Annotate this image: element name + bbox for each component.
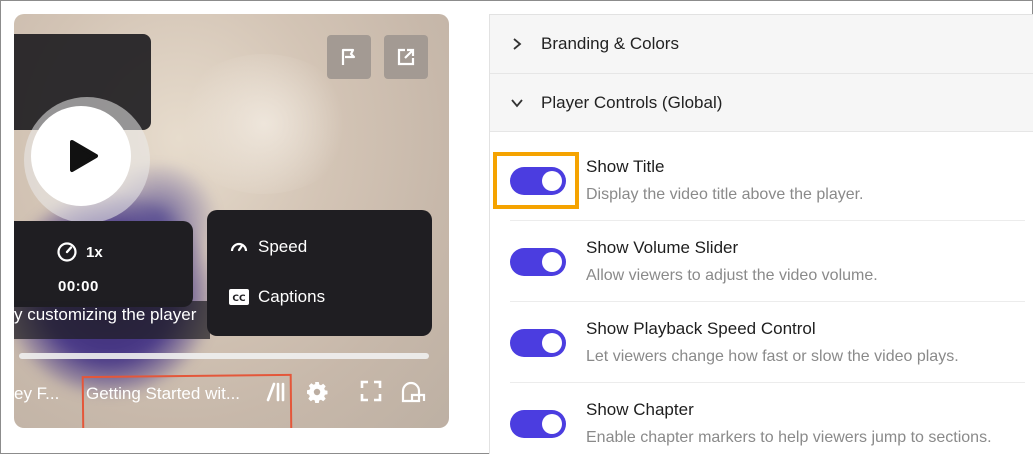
setting-description: Enable chapter markers to help viewers j… [586,429,992,446]
setting-row-show-volume-slider: Show Volume Slider Allow viewers to adju… [510,221,1025,302]
section-player-controls[interactable]: Player Controls (Global) [490,74,1033,132]
svg-text:CC: CC [232,294,246,304]
show-playback-speed-toggle[interactable] [510,329,566,357]
setting-title: Show Title [586,157,665,176]
flag-button[interactable] [327,35,371,79]
menu-item-speed[interactable]: Speed [229,237,307,257]
menu-item-captions[interactable]: CC Captions [229,287,325,307]
video-player[interactable]: 1x 00:00 Speed CC Captions y customizing… [14,14,449,428]
settings-button[interactable] [305,380,329,404]
settings-panel: Branding & Colors Player Controls (Globa… [489,14,1033,454]
setting-description: Let viewers change how fast or slow the … [586,348,959,365]
player-settings-menu: Speed CC Captions [207,210,432,336]
setting-row-show-playback-speed: Show Playback Speed Control Let viewers … [510,302,1025,383]
speed-info-panel: 1x 00:00 [14,221,193,307]
setting-title: Show Volume Slider [586,238,739,257]
title-highlight-annotation [81,373,293,428]
progress-bar[interactable] [19,353,429,359]
picture-in-picture-button[interactable] [400,380,426,404]
toggle-knob [542,252,562,272]
flag-icon [341,48,356,65]
fullscreen-button[interactable] [360,380,382,402]
play-icon [69,140,98,172]
current-speed[interactable]: 1x [56,241,103,263]
external-link-icon [397,48,415,66]
section-branding-colors-label: Branding & Colors [541,34,679,53]
open-external-button[interactable] [384,35,428,79]
chevron-down-icon [511,99,523,108]
speedometer-icon [57,242,77,262]
setting-description: Allow viewers to adjust the video volume… [586,267,878,284]
toggle-knob [542,333,562,353]
setting-row-show-chapter: Show Chapter Enable chapter markers to h… [510,383,1025,454]
toggle-knob [542,414,562,434]
setting-title: Show Chapter [586,400,694,419]
toggle-highlight-annotation [493,152,579,209]
setting-title: Show Playback Speed Control [586,319,816,338]
setting-row-show-title: Show Title Display the video title above… [510,140,1025,221]
previous-chapter-title[interactable]: ey F... [14,384,59,404]
gear-icon [307,382,328,403]
pip-icon [401,381,426,403]
speed-value-text: 1x [86,243,103,261]
section-branding-colors[interactable]: Branding & Colors [490,15,1033,74]
menu-item-speed-label: Speed [258,237,308,256]
fullscreen-icon [360,380,382,402]
menu-item-captions-label: Captions [258,287,326,306]
chevron-right-icon [513,38,522,50]
show-chapter-toggle[interactable] [510,410,566,438]
cc-icon: CC [229,289,249,305]
setting-description: Display the video title above the player… [586,186,864,203]
section-player-controls-label: Player Controls (Global) [541,92,723,112]
speedometer-icon [230,242,248,252]
subtitle-text: y customizing the player [14,305,197,324]
play-button[interactable] [31,106,131,206]
show-volume-slider-toggle[interactable] [510,248,566,276]
current-time: 00:00 [58,278,99,295]
